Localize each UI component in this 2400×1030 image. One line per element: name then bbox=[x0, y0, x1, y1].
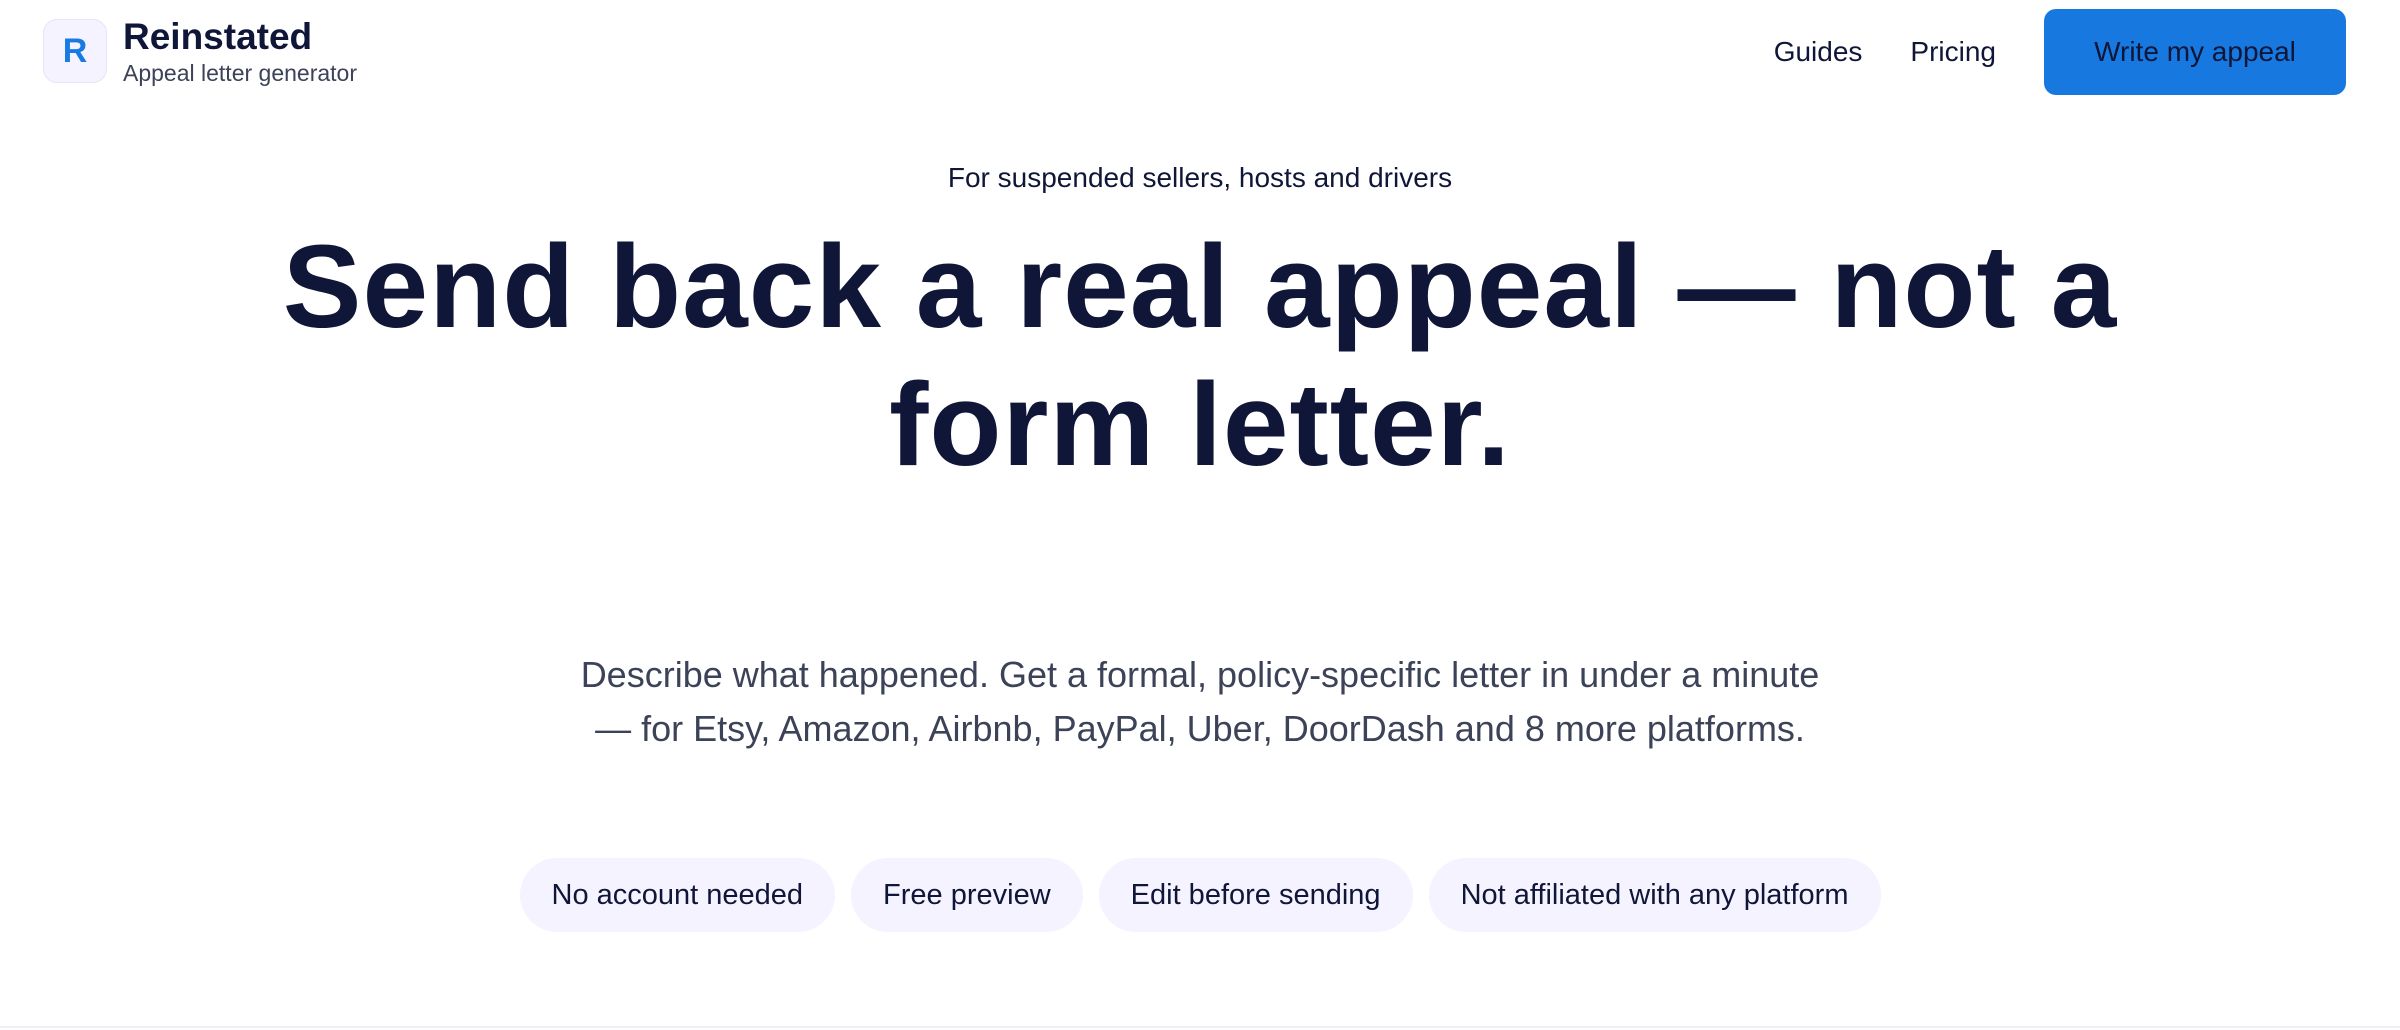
nav-link-pricing[interactable]: Pricing bbox=[1910, 36, 1996, 68]
pill-no-account: No account needed bbox=[519, 858, 836, 932]
hero-subcopy: Describe what happened. Get a formal, po… bbox=[580, 654, 1820, 749]
logo-icon: R bbox=[43, 19, 107, 83]
write-my-appeal-button[interactable]: Write my appeal bbox=[2044, 9, 2346, 95]
section-divider bbox=[0, 1026, 2400, 1028]
pill-not-affiliated: Not affiliated with any platform bbox=[1428, 858, 1881, 932]
pill-free-preview: Free preview bbox=[851, 858, 1083, 932]
brand-text: Reinstated Appeal letter generator bbox=[123, 15, 357, 87]
feature-pills: No account needed Free preview Edit befo… bbox=[0, 858, 2400, 932]
top-nav: Guides Pricing Write my appeal bbox=[1774, 9, 2400, 95]
site-header: R Reinstated Appeal letter generator Gui… bbox=[0, 0, 2400, 112]
pill-edit-before-sending: Edit before sending bbox=[1098, 858, 1413, 932]
hero-eyebrow: For suspended sellers, hosts and drivers bbox=[947, 162, 1453, 193]
brand[interactable]: R Reinstated Appeal letter generator bbox=[43, 16, 357, 87]
brand-tagline: Appeal letter generator bbox=[123, 60, 357, 86]
brand-name: Reinstated bbox=[123, 16, 313, 57]
nav-link-guides[interactable]: Guides bbox=[1774, 36, 1863, 68]
hero-headline: Send back a real appeal — not a form let… bbox=[282, 221, 2118, 491]
